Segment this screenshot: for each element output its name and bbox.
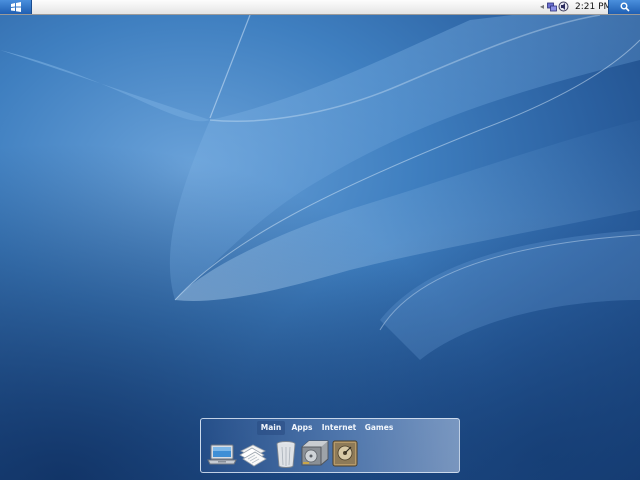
tab-internet[interactable]: Internet [321,421,357,435]
search-button[interactable] [608,0,640,14]
desktop[interactable]: ◂ 2:21 PM Main Apps Internet Games [0,0,640,480]
volume-icon[interactable] [558,1,569,12]
search-icon [620,2,630,12]
trash-icon[interactable] [270,437,302,469]
tab-games[interactable]: Games [364,421,394,435]
tab-main[interactable]: Main [257,421,285,435]
wallpaper [0,0,640,480]
network-icon[interactable] [547,1,557,12]
documents-icon[interactable] [237,437,269,469]
start-button[interactable] [0,0,32,14]
laptop-icon[interactable] [206,437,238,469]
expand-tray-icon[interactable]: ◂ [540,2,546,12]
media-drive-icon[interactable] [329,437,361,469]
hard-drive-icon[interactable] [299,437,331,469]
start-menu-icon [11,2,21,12]
tab-apps[interactable]: Apps [289,421,315,435]
clock[interactable]: 2:21 PM [575,1,611,13]
launcher: Main Apps Internet Games [200,418,460,473]
top-panel: ◂ 2:21 PM [0,0,640,15]
